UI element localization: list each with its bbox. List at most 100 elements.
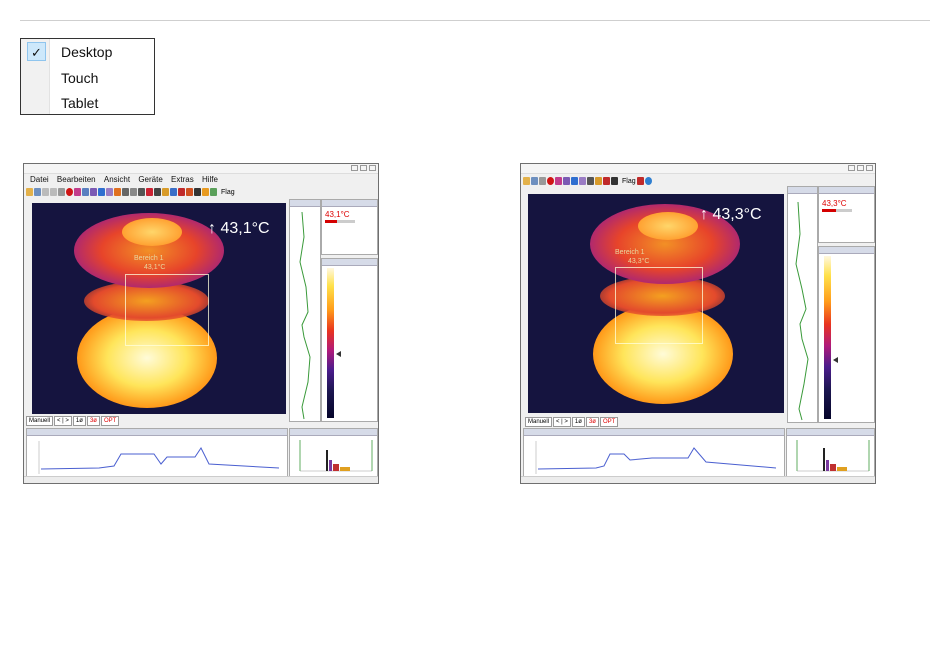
checkmark-icon: ✓ bbox=[27, 42, 46, 61]
menu-item-desktop[interactable]: ✓ Desktop bbox=[21, 39, 154, 65]
area-label: Bereich 1 bbox=[134, 255, 164, 262]
stop-icon[interactable] bbox=[539, 177, 546, 185]
thermometer-icon[interactable] bbox=[202, 188, 209, 196]
temperature-line-chart bbox=[535, 441, 777, 474]
menu-datei[interactable]: Datei bbox=[30, 175, 49, 184]
readout-bar bbox=[325, 220, 355, 223]
profile-icon[interactable] bbox=[579, 177, 586, 185]
maximize-icon[interactable] bbox=[857, 165, 864, 171]
opt-button[interactable]: OPT bbox=[599, 417, 619, 427]
flag-button[interactable]: Flag bbox=[221, 189, 235, 196]
graph-icon[interactable] bbox=[130, 188, 137, 196]
vertical-profile bbox=[795, 201, 809, 421]
measure-icon[interactable] bbox=[154, 188, 161, 196]
scale-pointer-icon[interactable] bbox=[336, 351, 341, 357]
save-icon[interactable] bbox=[531, 177, 538, 185]
alarm-icon[interactable] bbox=[603, 177, 610, 185]
top-divider bbox=[20, 20, 930, 21]
area-label: Bereich 1 bbox=[615, 249, 645, 256]
settings-icon[interactable] bbox=[611, 177, 618, 185]
profile-panel bbox=[289, 199, 321, 422]
vertical-profile bbox=[299, 211, 311, 420]
measurement-area[interactable] bbox=[615, 267, 703, 344]
record-icon[interactable] bbox=[66, 188, 73, 196]
open-folder-icon[interactable] bbox=[26, 188, 33, 196]
max-temperature: ↑ 43,3°C bbox=[700, 206, 762, 223]
panel-header bbox=[819, 187, 874, 194]
histogram-icon[interactable] bbox=[98, 188, 105, 196]
menu-item-label: Tablet bbox=[61, 95, 99, 111]
status-bar bbox=[521, 476, 875, 483]
measurement-area[interactable] bbox=[125, 274, 209, 346]
layout-icon[interactable] bbox=[90, 188, 97, 196]
scale-icon[interactable] bbox=[146, 188, 153, 196]
panel-header bbox=[322, 259, 377, 266]
flag-button[interactable]: Flag bbox=[622, 178, 636, 185]
menu-item-tablet[interactable]: Tablet bbox=[21, 90, 154, 116]
panel-header bbox=[322, 200, 377, 207]
nav-button[interactable]: < | > bbox=[553, 417, 571, 427]
title-bar bbox=[24, 164, 378, 174]
stop-icon[interactable] bbox=[58, 188, 65, 196]
grid-icon[interactable] bbox=[587, 177, 594, 185]
hand-icon[interactable] bbox=[162, 188, 169, 196]
manual-button[interactable]: Manuell bbox=[26, 416, 54, 426]
minimize-icon[interactable] bbox=[848, 165, 855, 171]
close-icon[interactable] bbox=[369, 165, 376, 171]
line-icon[interactable] bbox=[122, 188, 129, 196]
record-icon[interactable] bbox=[547, 177, 554, 185]
menu-ansicht[interactable]: Ansicht bbox=[104, 175, 130, 184]
profile-icon[interactable] bbox=[106, 188, 113, 196]
settings-icon[interactable] bbox=[194, 188, 201, 196]
camera-icon[interactable] bbox=[74, 188, 81, 196]
nav-button[interactable]: < | > bbox=[54, 416, 72, 426]
title-bar bbox=[521, 164, 875, 174]
menu-extras[interactable]: Extras bbox=[171, 175, 194, 184]
thermal-image[interactable]: Bereich 1 43,3°C ↑ 43,3°C bbox=[528, 194, 784, 413]
save-icon[interactable] bbox=[34, 188, 41, 196]
color-scale-panel bbox=[321, 258, 378, 422]
maximize-icon[interactable] bbox=[360, 165, 367, 171]
alarm-icon[interactable] bbox=[178, 188, 185, 196]
histogram bbox=[796, 440, 870, 472]
menu-bearbeiten[interactable]: Bearbeiten bbox=[57, 175, 96, 184]
minimize-icon[interactable] bbox=[351, 165, 358, 171]
menu-geraete[interactable]: Geräte bbox=[138, 175, 162, 184]
menu-hilfe[interactable]: Hilfe bbox=[202, 175, 218, 184]
help-icon[interactable] bbox=[644, 177, 652, 185]
three-phase-button[interactable]: 3ø bbox=[86, 416, 100, 426]
one-phase-button[interactable]: 1ø bbox=[72, 416, 86, 426]
hand-icon[interactable] bbox=[595, 177, 602, 185]
pointer-icon[interactable] bbox=[114, 188, 121, 196]
manual-button[interactable]: Manuell bbox=[525, 417, 553, 427]
panel-header bbox=[787, 429, 874, 436]
tools-icon[interactable] bbox=[186, 188, 193, 196]
open-folder-icon[interactable] bbox=[523, 177, 530, 185]
max-temperature: ↑ 43,1°C bbox=[208, 220, 270, 237]
palette-icon[interactable] bbox=[170, 188, 177, 196]
camera-icon[interactable] bbox=[555, 177, 562, 185]
layout-icon[interactable] bbox=[563, 177, 570, 185]
info-icon[interactable] bbox=[210, 188, 217, 196]
histogram-icon[interactable] bbox=[571, 177, 578, 185]
menu-item-label: Desktop bbox=[61, 44, 113, 60]
close-icon[interactable] bbox=[866, 165, 873, 171]
menu-item-label: Touch bbox=[61, 70, 99, 86]
play-icon[interactable] bbox=[42, 188, 49, 196]
thermal-image[interactable]: Bereich 1 43,1°C ↑ 43,1°C bbox=[32, 203, 286, 414]
histogram-panel bbox=[786, 428, 875, 477]
scale-pointer-icon[interactable] bbox=[833, 357, 838, 363]
menu-item-touch[interactable]: Touch bbox=[21, 65, 154, 91]
panel-header bbox=[27, 429, 287, 436]
one-phase-button[interactable]: 1ø bbox=[571, 417, 585, 427]
status-bar bbox=[24, 476, 378, 483]
exit-icon[interactable] bbox=[636, 177, 644, 185]
pause-icon[interactable] bbox=[50, 188, 57, 196]
grid-icon[interactable] bbox=[138, 188, 145, 196]
readout-bar bbox=[822, 209, 852, 212]
opt-button[interactable]: OPT bbox=[100, 416, 120, 426]
cup-rim bbox=[638, 212, 698, 240]
three-phase-button[interactable]: 3ø bbox=[585, 417, 599, 427]
toolbar: Flag bbox=[26, 186, 376, 198]
snapshot-icon[interactable] bbox=[82, 188, 89, 196]
